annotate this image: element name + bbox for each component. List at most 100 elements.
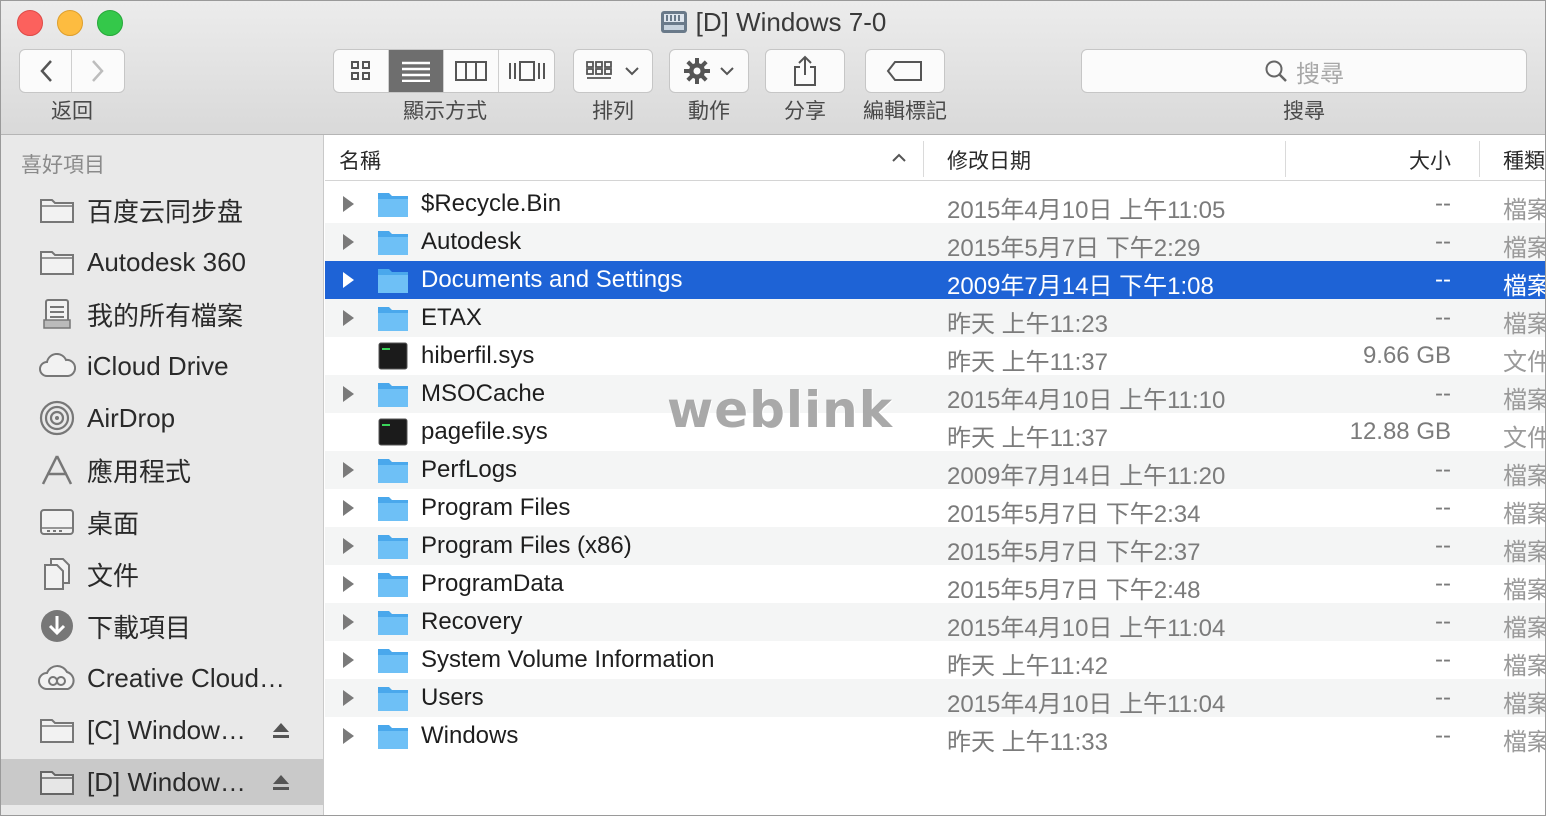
sidebar-item-autodesk-360[interactable]: Autodesk 360 [1, 239, 323, 285]
file-row[interactable]: hiberfil.sys 昨天 上午11:37 9.66 GB 文件 [325, 337, 1545, 376]
column-name-header[interactable]: 名稱 [339, 145, 381, 175]
file-kind: 檔案 [1503, 653, 1545, 680]
file-date: 昨天 上午11:42 [947, 653, 1108, 680]
sidebar-item-documents[interactable]: 文件 [1, 551, 323, 597]
sidebar-item-label: 應用程式 [87, 456, 192, 487]
file-name: MSOCache [421, 380, 546, 407]
file-row[interactable]: MSOCache 2015年4月10日 上午11:10 -- 檔案 [325, 375, 1545, 414]
sidebar-item-creative-cloud[interactable]: Creative Cloud… [1, 655, 323, 701]
search-icon [1265, 60, 1287, 82]
sidebar-item-desktop[interactable]: 桌面 [1, 499, 323, 545]
file-row[interactable]: PerfLogs 2009年7月14日 上午11:20 -- 檔案 [325, 451, 1545, 490]
disclosure-triangle-icon[interactable] [341, 309, 355, 327]
file-name: Program Files (x86) [421, 532, 632, 559]
file-row[interactable]: Documents and Settings 2009年7月14日 下午1:08 -… [325, 261, 1545, 300]
tag-icon [886, 61, 922, 81]
folder-icon [37, 193, 77, 227]
folder-icon [378, 193, 408, 217]
back-button[interactable] [20, 50, 73, 92]
file-name: Program Files [421, 494, 571, 521]
coverflow-view-button[interactable] [499, 50, 554, 92]
file-date: 昨天 上午11:37 [947, 349, 1108, 376]
column-divider[interactable] [1285, 141, 1286, 177]
back-forward-control [19, 49, 125, 93]
file-row[interactable]: pagefile.sys 昨天 上午11:37 12.88 GB 文件 [325, 413, 1545, 452]
sidebar-item-downloads[interactable]: 下載項目 [1, 603, 323, 649]
folder-icon [378, 383, 408, 407]
file-row[interactable]: Windows 昨天 上午11:33 -- 檔案 [325, 717, 1545, 756]
sidebar-item-label: 百度云同步盘 [87, 196, 244, 227]
disclosure-triangle-icon[interactable] [341, 385, 355, 403]
file-name: Windows [421, 722, 519, 749]
column-divider[interactable] [923, 141, 924, 177]
sidebar-item-all-my-files[interactable]: 我的所有檔案 [1, 291, 323, 337]
action-button[interactable] [669, 49, 749, 93]
file-size: -- [1435, 722, 1451, 749]
file-row[interactable]: Autodesk 2015年5月7日 下午2:29 -- 檔案 [325, 223, 1545, 262]
sidebar-item-label: 我的所有檔案 [87, 300, 244, 331]
file-date: 2015年5月7日 下午2:34 [947, 501, 1201, 528]
share-button[interactable] [765, 49, 845, 93]
disclosure-triangle-icon[interactable] [341, 461, 355, 479]
disclosure-triangle-icon[interactable] [341, 233, 355, 251]
file-row[interactable]: Recovery 2015年4月10日 上午11:04 -- 檔案 [325, 603, 1545, 642]
arrange-button[interactable] [573, 49, 653, 93]
file-size: 12.88 GB [1349, 418, 1451, 445]
file-date: 昨天 上午11:37 [947, 425, 1108, 452]
file-date: 2015年4月10日 上午11:04 [947, 615, 1226, 642]
file-row[interactable]: $Recycle.Bin 2015年4月10日 上午11:05 -- 檔案 [325, 185, 1545, 224]
sidebar: 喜好項目 百度云同步盘 Autodesk 360 我的所有檔案 iCloud D… [1, 135, 324, 815]
downloads-icon [37, 609, 77, 643]
file-name: Recovery [421, 608, 523, 635]
disclosure-triangle-icon[interactable] [341, 689, 355, 707]
file-name: PerfLogs [421, 456, 518, 483]
sidebar-item-icloud-drive[interactable]: iCloud Drive [1, 343, 323, 389]
sidebar-item-applications[interactable]: 應用程式 [1, 447, 323, 493]
sidebar-item-c-drive[interactable]: [C] Window… [1, 707, 323, 753]
icon-view-button[interactable] [334, 50, 389, 92]
desktop-icon [37, 505, 77, 539]
file-row[interactable]: Program Files (x86) 2015年5月7日 下午2:37 -- 檔案 [325, 527, 1545, 566]
forward-button[interactable] [72, 50, 124, 92]
column-date-header[interactable]: 修改日期 [947, 145, 1031, 175]
file-row[interactable]: Program Files 2015年5月7日 下午2:34 -- 檔案 [325, 489, 1545, 528]
disclosure-triangle-icon[interactable] [341, 575, 355, 593]
sidebar-item-airdrop[interactable]: AirDrop [1, 395, 323, 441]
file-name: System Volume Information [421, 646, 715, 673]
disclosure-triangle-icon[interactable] [341, 499, 355, 517]
watermark-text: weblink [667, 381, 894, 439]
edit-tags-button[interactable] [865, 49, 945, 93]
search-field[interactable]: 搜尋 [1081, 49, 1527, 93]
column-view-button[interactable] [444, 50, 499, 92]
file-size: -- [1435, 646, 1451, 673]
executable-file-icon [378, 418, 408, 446]
sidebar-item-baidu-sync[interactable]: 百度云同步盘 [1, 187, 323, 233]
file-row[interactable]: Users 2015年4月10日 上午11:04 -- 檔案 [325, 679, 1545, 718]
folder-icon [378, 573, 408, 597]
sidebar-item-label: Autodesk 360 [87, 246, 247, 277]
file-date: 2009年7月14日 下午1:08 [947, 273, 1214, 300]
file-date: 2015年5月7日 下午2:48 [947, 577, 1201, 604]
column-kind-header[interactable]: 種類 [1503, 145, 1545, 175]
disclosure-triangle-icon[interactable] [341, 613, 355, 631]
eject-icon[interactable] [271, 767, 295, 798]
folder-icon [378, 459, 408, 483]
disclosure-triangle-icon[interactable] [341, 651, 355, 669]
list-view-button[interactable] [389, 50, 444, 92]
disclosure-triangle-icon[interactable] [341, 271, 355, 289]
column-size-header[interactable]: 大小 [1409, 145, 1451, 175]
file-kind: 檔案 [1503, 235, 1545, 262]
disclosure-triangle-icon[interactable] [341, 537, 355, 555]
column-divider[interactable] [1479, 141, 1480, 177]
file-row[interactable]: System Volume Information 昨天 上午11:42 -- 檔案 [325, 641, 1545, 680]
file-size: -- [1435, 190, 1451, 217]
file-row[interactable]: ETAX 昨天 上午11:23 -- 檔案 [325, 299, 1545, 338]
disclosure-triangle-icon[interactable] [341, 727, 355, 745]
file-kind: 文件 [1503, 349, 1545, 376]
file-row[interactable]: ProgramData 2015年5月7日 下午2:48 -- 檔案 [325, 565, 1545, 604]
eject-icon[interactable] [271, 715, 295, 746]
toolbar: [D] Windows 7-0 返回 顯示方式 排列 動作 分享 編輯標記 搜尋… [1, 1, 1545, 135]
sidebar-item-d-drive[interactable]: [D] Window… [1, 759, 323, 805]
disclosure-triangle-icon[interactable] [341, 195, 355, 213]
executable-file-icon [378, 342, 408, 370]
